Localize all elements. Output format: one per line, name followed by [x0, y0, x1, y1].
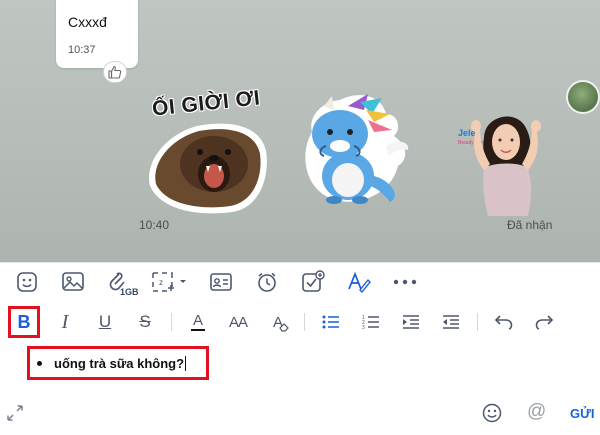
girl-sticker[interactable]: Jele Beauty Care [444, 98, 556, 216]
list-bullet [37, 360, 42, 366]
font-color-button[interactable]: A [184, 308, 212, 336]
image-button[interactable] [58, 267, 88, 297]
bulleted-list-button[interactable] [317, 308, 345, 336]
font-size-button[interactable]: AA [224, 308, 252, 336]
sticker-button[interactable] [12, 267, 42, 297]
like-button[interactable] [103, 61, 127, 83]
delivery-status: Đã nhận [507, 218, 553, 232]
bear-sticker[interactable] [142, 116, 272, 216]
image-icon [62, 271, 84, 291]
clear-format-button[interactable]: A [264, 308, 292, 336]
format-bar: B I U S A AA A 1 2 3 [0, 300, 600, 344]
numbered-list-icon: 1 2 3 [362, 315, 379, 330]
dragon-sticker[interactable] [290, 88, 415, 213]
mention-button[interactable]: @ [527, 401, 546, 423]
undo-icon [495, 315, 513, 330]
contact-card-icon [210, 272, 232, 291]
more-button[interactable] [390, 267, 420, 297]
svg-text:z: z [159, 278, 163, 287]
screenshot-icon: z [152, 271, 186, 292]
message-bubble[interactable]: Cxxxđ 10:37 [56, 0, 138, 68]
contact-card-button[interactable] [206, 267, 236, 297]
font-color-swatch [191, 329, 205, 331]
underline-label: U [98, 312, 112, 331]
strikethrough-label: S [139, 312, 151, 331]
chat-area: Cxxxđ 10:37 ỐI GIỜI ƠI Jele Beauty Care … [0, 0, 600, 262]
avatar[interactable] [566, 80, 600, 114]
message-time: 10:37 [68, 44, 96, 56]
expand-icon[interactable] [6, 404, 24, 422]
font-size-label: AA [228, 313, 248, 331]
attachment-button[interactable]: 1GB [104, 267, 139, 297]
format-separator [171, 313, 172, 331]
bold-button[interactable]: B [8, 306, 40, 338]
italic-button[interactable]: I [51, 308, 79, 336]
send-button[interactable]: GỬI [570, 406, 595, 421]
reminder-button[interactable] [252, 267, 282, 297]
indent-button[interactable] [397, 308, 425, 336]
message-text: Cxxxđ [68, 14, 107, 30]
thumbs-up-icon [108, 65, 122, 79]
task-icon [302, 269, 325, 292]
numbered-list-button[interactable]: 1 2 3 [357, 308, 385, 336]
attachment-limit: 1GB [120, 286, 139, 297]
message-input-text: uống trà sữa không? [54, 355, 185, 371]
undo-button[interactable] [490, 308, 518, 336]
reminder-icon [258, 272, 276, 292]
italic-label: I [61, 310, 69, 333]
strikethrough-button[interactable]: S [131, 308, 159, 336]
font-color-label: A [192, 312, 203, 329]
underline-button[interactable]: U [91, 308, 119, 336]
svg-text:3: 3 [362, 325, 365, 330]
bulleted-list-icon [322, 315, 339, 329]
eraser-icon [279, 323, 289, 332]
outdent-icon [443, 315, 459, 329]
more-icon [393, 279, 417, 284]
screenshot-button[interactable]: z [150, 267, 190, 297]
text-format-button[interactable] [344, 267, 374, 297]
bold-label: B [17, 311, 31, 332]
emoji-icon[interactable] [482, 403, 502, 423]
redo-icon [535, 315, 553, 330]
format-separator [304, 313, 305, 331]
indent-icon [403, 315, 419, 329]
outdent-button[interactable] [437, 308, 465, 336]
sticker-icon [17, 271, 37, 292]
text-format-icon [348, 271, 371, 293]
format-separator [477, 313, 478, 331]
redo-button[interactable] [530, 308, 558, 336]
message-input[interactable]: uống trà sữa không? [27, 346, 209, 380]
sticker-group-time: 10:40 [139, 218, 170, 232]
text-caret [185, 355, 187, 371]
composer-toolbar: 1GB z [0, 262, 600, 300]
task-button[interactable] [298, 267, 328, 297]
